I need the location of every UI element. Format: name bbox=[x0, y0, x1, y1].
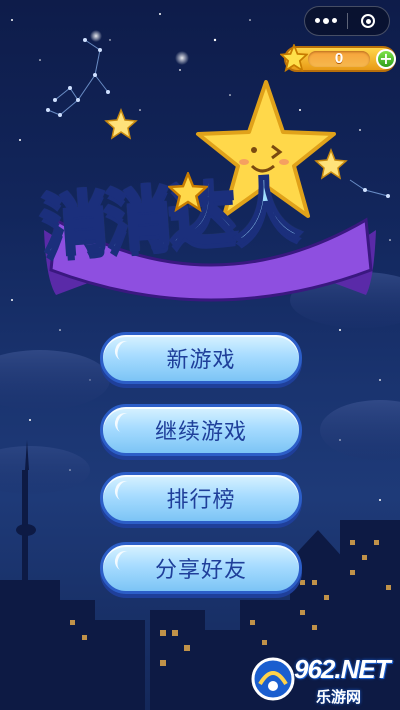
new-game-label: 新游戏 bbox=[166, 348, 236, 373]
coin-count: 0 bbox=[308, 51, 370, 67]
share-button[interactable]: 分享好友 bbox=[100, 542, 302, 594]
button-shine bbox=[112, 548, 137, 574]
continue-game-button[interactable]: 继续游戏 bbox=[100, 404, 302, 456]
close-circle-icon[interactable] bbox=[348, 14, 389, 28]
title-star-icon bbox=[168, 172, 208, 212]
button-shine bbox=[112, 410, 137, 436]
coin-counter: 0 + bbox=[280, 44, 396, 72]
miniprogram-capsule bbox=[304, 6, 390, 36]
site-watermark: 962.NET 乐游网 bbox=[246, 652, 396, 708]
watermark-brand: 962.NET bbox=[294, 654, 391, 684]
share-label: 分享好友 bbox=[154, 558, 247, 583]
star-icon bbox=[280, 44, 308, 72]
game-logo: 消消达人 bbox=[36, 80, 386, 310]
more-dots-icon[interactable] bbox=[305, 18, 347, 24]
new-game-button[interactable]: 新游戏 bbox=[100, 332, 302, 384]
continue-game-label: 继续游戏 bbox=[154, 420, 247, 445]
button-shine bbox=[112, 338, 137, 364]
add-coins-button[interactable]: + bbox=[376, 49, 396, 69]
leaderboard-label: 排行榜 bbox=[166, 488, 236, 513]
watermark-site: 乐游网 bbox=[316, 688, 362, 706]
leaderboard-button[interactable]: 排行榜 bbox=[100, 472, 302, 524]
button-shine bbox=[112, 478, 137, 504]
watermark-logo-icon bbox=[251, 657, 295, 701]
